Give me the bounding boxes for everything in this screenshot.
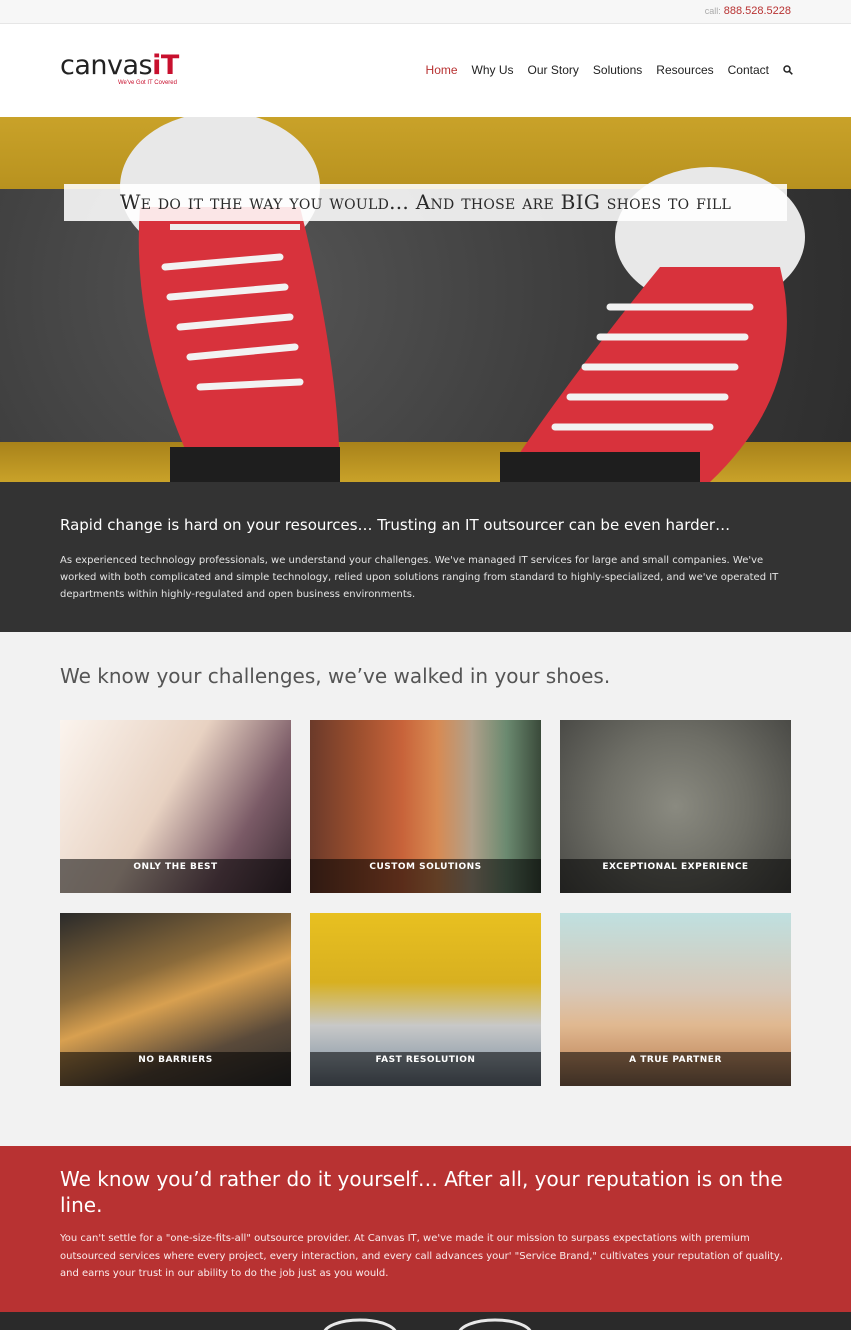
hero-image: We do it the way you would... And those … xyxy=(0,117,851,482)
tile-caption: A TRUE PARTNER xyxy=(560,1052,791,1086)
tile-exceptional-experience[interactable]: EXCEPTIONAL EXPERIENCE xyxy=(560,720,791,893)
nav-resources[interactable]: Resources xyxy=(656,63,713,77)
tile-only-the-best[interactable]: ONLY THE BEST xyxy=(60,720,291,893)
tile-no-barriers[interactable]: NO BARRIERS xyxy=(60,913,291,1086)
hero-banner: We do it the way you would... And those … xyxy=(64,184,787,221)
challenges-heading: We know your challenges, we’ve walked in… xyxy=(60,664,611,688)
nav-why-us[interactable]: Why Us xyxy=(472,63,514,77)
challenges-section: We know your challenges, we’ve walked in… xyxy=(0,632,851,1146)
reputation-section: We know you’d rather do it yourself… Aft… xyxy=(0,1146,851,1312)
intro-section: Rapid change is hard on your resources… … xyxy=(0,482,851,632)
tile-fast-resolution[interactable]: FAST RESOLUTION xyxy=(310,913,541,1086)
tile-caption: NO BARRIERS xyxy=(60,1052,291,1086)
logo-tagline: We've Got IT Covered xyxy=(118,80,177,86)
tile-custom-solutions[interactable]: CUSTOM SOLUTIONS xyxy=(310,720,541,893)
tile-caption: FAST RESOLUTION xyxy=(310,1052,541,1086)
reputation-body: You can't settle for a "one-size-fits-al… xyxy=(60,1233,783,1279)
nav-home[interactable]: Home xyxy=(426,63,458,77)
nav-solutions[interactable]: Solutions xyxy=(593,63,642,77)
site-header: canvasiT We've Got IT Covered Home Why U… xyxy=(0,24,851,117)
search-icon[interactable] xyxy=(783,65,793,75)
footer-image-strip xyxy=(0,1312,851,1330)
call-info: call: 888.528.5228 xyxy=(705,5,791,17)
nav-contact[interactable]: Contact xyxy=(728,63,769,77)
tile-a-true-partner[interactable]: A TRUE PARTNER xyxy=(560,913,791,1086)
top-bar: call: 888.528.5228 xyxy=(0,0,851,24)
tile-caption: EXCEPTIONAL EXPERIENCE xyxy=(560,859,791,893)
logo[interactable]: canvasiT We've Got IT Covered xyxy=(60,52,200,92)
reputation-heading: We know you’d rather do it yourself… Aft… xyxy=(60,1167,783,1217)
phone-link[interactable]: 888.528.5228 xyxy=(724,5,791,17)
logo-it: iT xyxy=(152,50,179,81)
call-label: call: xyxy=(704,6,721,16)
logo-word: canvas xyxy=(60,50,153,81)
shoe-left xyxy=(120,117,340,482)
intro-heading: Rapid change is hard on your resources… … xyxy=(60,516,731,534)
tile-caption: ONLY THE BEST xyxy=(60,859,291,893)
tile-caption: CUSTOM SOLUTIONS xyxy=(310,859,541,893)
main-nav: Home Why Us Our Story Solutions Resource… xyxy=(412,63,793,77)
intro-body: As experienced technology professionals,… xyxy=(60,555,779,600)
nav-our-story[interactable]: Our Story xyxy=(528,63,579,77)
